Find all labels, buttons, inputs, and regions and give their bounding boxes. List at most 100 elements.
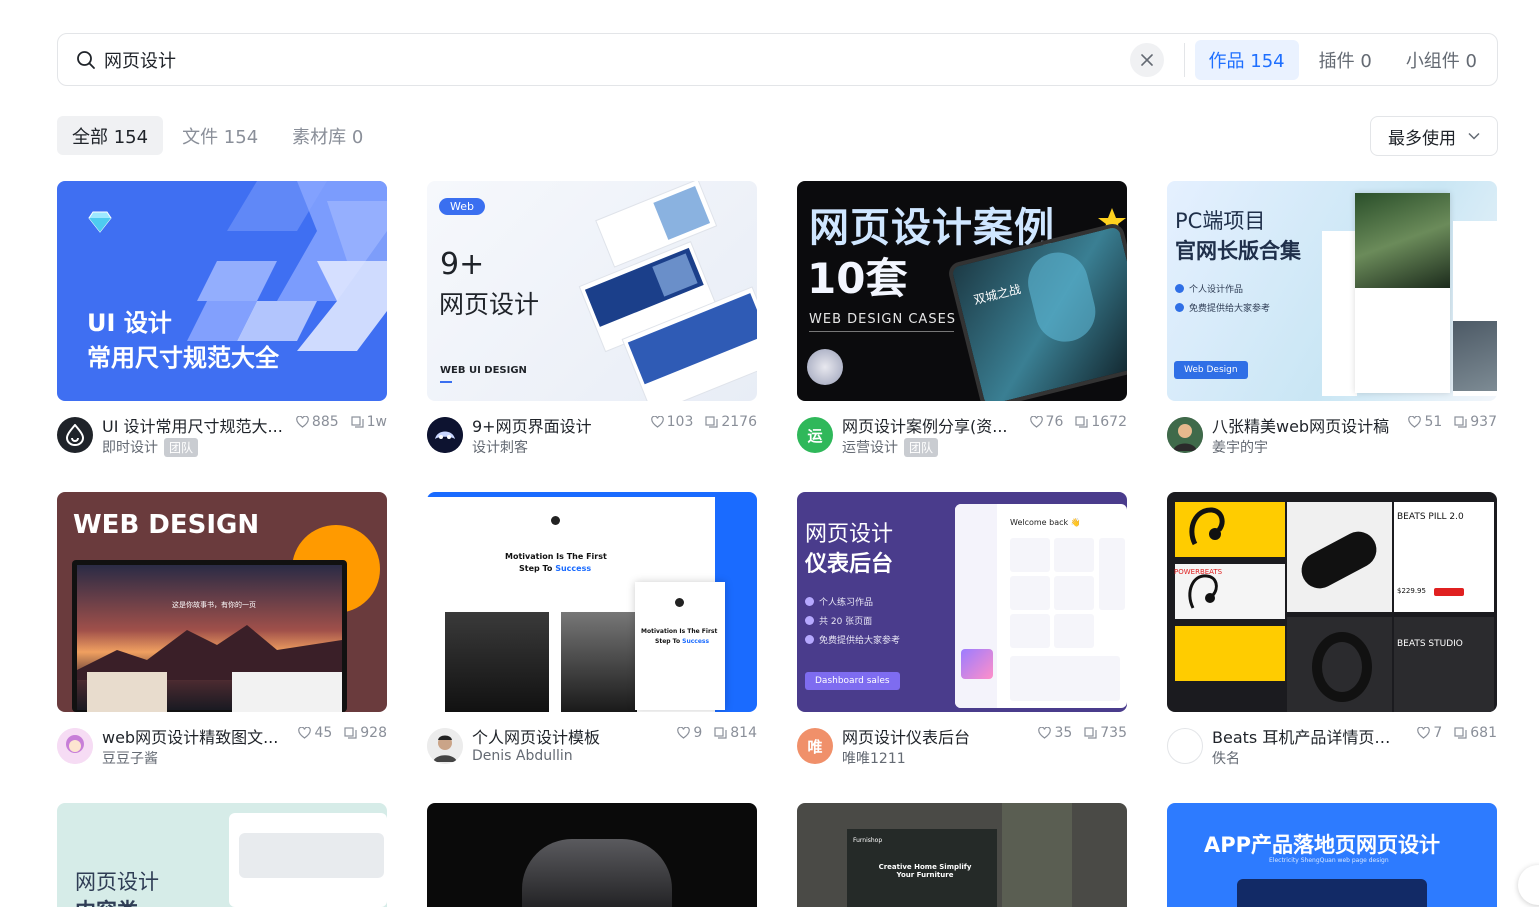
copy-icon	[1454, 727, 1467, 739]
card-title[interactable]: 网页设计仪表后台	[842, 724, 1032, 748]
author-name[interactable]: 豆豆子酱	[102, 748, 158, 768]
stat-tile	[1010, 614, 1050, 648]
work-card[interactable]: APP产品落地页网页设计 Electricity ShengQuan web p…	[1167, 803, 1497, 907]
work-card[interactable]: 网页设计 仪表后台 个人练习作品 共 20 张页面 免费提供给大家参考 Dash…	[797, 492, 1127, 767]
clear-search-button[interactable]	[1129, 42, 1164, 77]
card-thumbnail[interactable]: WEB DESIGN 这是你故事书，有你的一页	[57, 492, 387, 712]
card-title[interactable]: 9+网页界面设计	[472, 413, 662, 437]
work-card[interactable]: Motivation Is The First Step To Success …	[427, 492, 757, 764]
card-thumbnail[interactable]: POWERBEATS BEATS PILL 2.0 $229.95 BEATS …	[1167, 492, 1497, 712]
avatar[interactable]	[427, 728, 463, 764]
work-card[interactable]: PC端项目 官网长版合集 个人设计作品 免费提供给大家参考 Web Design…	[1167, 181, 1497, 456]
use-count: 937	[1470, 414, 1497, 430]
card-title[interactable]: 个人网页设计模板	[472, 724, 662, 748]
thumb-line2: 官网长版合集	[1175, 239, 1301, 263]
card-thumbnail[interactable]: Web 9+ 网页设计 WEB UI DESIGN	[427, 181, 757, 401]
filter-libraries[interactable]: 素材库 0	[277, 116, 378, 155]
line2-accent: Success	[555, 564, 592, 573]
bullet-text: 共 20 张页面	[819, 617, 873, 627]
thumb-line1: APP产品落地页网页设计	[1204, 833, 1441, 857]
card-thumbnail[interactable]: UI 设计 常用尺寸规范大全	[57, 181, 387, 401]
mountain-silhouette	[77, 625, 342, 680]
author-name[interactable]: 设计刺客	[472, 437, 528, 457]
card-title[interactable]: Beats 耳机产品详情页设...	[1212, 724, 1402, 748]
avatar-image	[427, 728, 463, 764]
like-count: 9	[693, 725, 703, 741]
card-title[interactable]: 网页设计案例分享(资...	[842, 413, 1032, 437]
stat-tile	[1010, 538, 1050, 572]
avatar[interactable]	[57, 728, 93, 764]
work-card[interactable]: 网页设计 内容类	[57, 803, 387, 907]
sort-dropdown[interactable]: 最多使用	[1370, 116, 1498, 156]
card-thumbnail[interactable]: APP产品落地页网页设计 Electricity ShengQuan web p…	[1167, 803, 1497, 907]
text-block	[232, 672, 342, 712]
author-name[interactable]: 姜宇的宇	[1212, 437, 1268, 457]
hero-card	[239, 833, 384, 878]
card-stats: 7 681	[1405, 725, 1497, 741]
thumb-line1: 9+	[440, 247, 485, 282]
search-bar: 作品 154 插件 0 小组件 0	[57, 33, 1498, 86]
card-title[interactable]: UI 设计常用尺寸规范大...	[102, 413, 292, 437]
card-thumbnail[interactable]: 网页设计 仪表后台 个人练习作品 共 20 张页面 免费提供给大家参考 Dash…	[797, 492, 1127, 712]
avatar[interactable]	[1167, 417, 1203, 453]
close-icon	[1140, 53, 1153, 66]
line2-accent: Success	[682, 638, 710, 645]
thumb-line2: Step To Success	[519, 564, 591, 573]
avatar[interactable]: 唯	[797, 728, 833, 764]
filter-all[interactable]: 全部 154	[57, 116, 164, 155]
card-thumbnail[interactable]	[427, 803, 757, 907]
like-count: 7	[1433, 725, 1443, 741]
thumb-line1: UI 设计	[87, 309, 172, 337]
work-card[interactable]: WEB DESIGN 这是你故事书，有你的一页 web网页设计精致图文... 豆…	[57, 492, 387, 767]
character-figure	[1021, 246, 1102, 349]
page-mockup-3	[1453, 221, 1497, 396]
top-strip	[427, 492, 715, 497]
copy-icon	[1084, 727, 1097, 739]
author-name[interactable]: 运营设计	[842, 437, 898, 457]
avatar[interactable]	[1167, 728, 1203, 764]
card-thumbnail[interactable]: 网页设计案例 10套 WEB DESIGN CASES 双城之战	[797, 181, 1127, 401]
card-thumbnail[interactable]: 网页设计 内容类	[57, 803, 387, 907]
buy-button	[1434, 588, 1464, 596]
like-count: 103	[666, 414, 694, 430]
like-count: 45	[314, 725, 333, 741]
avatar[interactable]	[427, 417, 463, 453]
card-title[interactable]: web网页设计精致图文...	[102, 724, 292, 748]
search-input[interactable]	[104, 49, 1130, 70]
tab-plugins[interactable]: 插件 0	[1305, 40, 1386, 80]
tab-works[interactable]: 作品 154	[1194, 39, 1299, 80]
tab-widgets[interactable]: 小组件 0	[1392, 40, 1491, 80]
card-author: 唯唯1211	[842, 748, 906, 768]
thumb-line2: 仪表后台	[805, 552, 894, 577]
card-thumbnail[interactable]: Furnishop Creative Home Simplify Your Fu…	[797, 803, 1127, 907]
work-card[interactable]: POWERBEATS BEATS PILL 2.0 $229.95 BEATS …	[1167, 492, 1497, 767]
author-name[interactable]: 佚名	[1212, 748, 1240, 768]
card-stats: 51 937	[1396, 414, 1497, 430]
check-icon	[805, 597, 814, 606]
floating-action-button[interactable]	[1518, 865, 1539, 905]
device-mockup	[1237, 879, 1427, 907]
side-mockup	[1002, 803, 1072, 907]
search-divider	[1183, 42, 1185, 77]
card-thumbnail[interactable]: Motivation Is The First Step To Success …	[427, 492, 757, 712]
heart-icon	[1029, 416, 1043, 428]
author-name[interactable]: Denis Abdullin	[472, 748, 573, 764]
speaker-image	[1295, 525, 1383, 595]
work-card[interactable]: 网页设计案例 10套 WEB DESIGN CASES 双城之战 运 网页设计案…	[797, 181, 1127, 457]
heart-icon	[298, 727, 312, 739]
headset-image	[522, 839, 672, 907]
card-thumbnail[interactable]: PC端项目 官网长版合集 个人设计作品 免费提供给大家参考 Web Design	[1167, 181, 1497, 401]
work-card[interactable]	[427, 803, 757, 907]
avatar[interactable]: 运	[797, 417, 833, 453]
author-name[interactable]: 唯唯1211	[842, 748, 906, 768]
card-title[interactable]: 八张精美web网页设计稿	[1212, 413, 1402, 437]
author-name[interactable]: 即时设计	[102, 437, 158, 457]
work-card[interactable]: Furnishop Creative Home Simplify Your Fu…	[797, 803, 1127, 907]
filter-files[interactable]: 文件 154	[167, 116, 273, 155]
work-card[interactable]: UI 设计 常用尺寸规范大全 UI 设计常用尺寸规范大... 即时设计 团队 88…	[57, 181, 387, 457]
work-card[interactable]: Web 9+ 网页设计 WEB UI DESIGN 9+网页界面设计 设计刺客 …	[427, 181, 757, 456]
card-stats: 45 928	[286, 725, 387, 741]
mockup-collage	[578, 181, 757, 401]
heart-icon	[1408, 416, 1422, 428]
avatar[interactable]	[57, 417, 93, 453]
